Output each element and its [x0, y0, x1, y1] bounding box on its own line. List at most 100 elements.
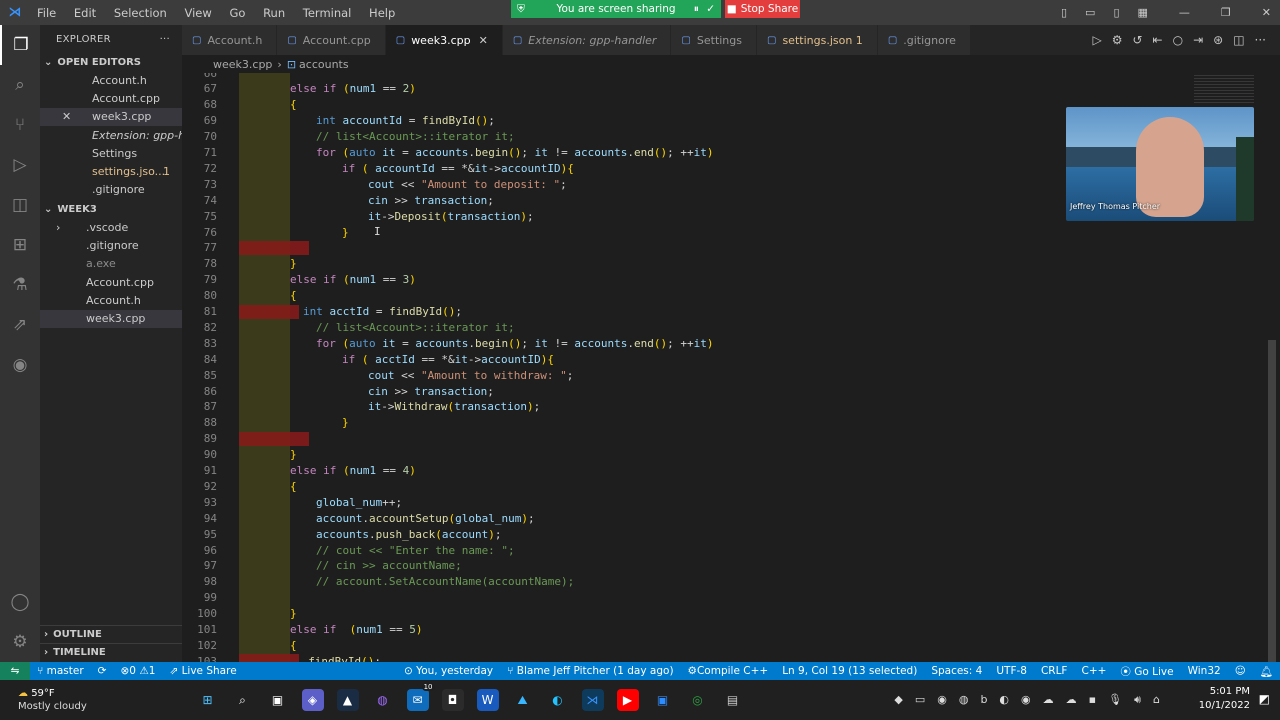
- code-line[interactable]: 73 cout << "Amount to deposit: ";: [182, 176, 1182, 192]
- open-editor-item[interactable]: .gitignore: [40, 181, 182, 199]
- source-control-icon[interactable]: ⑂: [0, 105, 40, 145]
- tray-app-icon[interactable]: ◐: [999, 693, 1009, 707]
- taskbar-app-icon[interactable]: ▤: [722, 689, 744, 711]
- tab-settings-json[interactable]: ▢ settings.json 1: [757, 25, 878, 55]
- tray-app-icon[interactable]: ▪: [1089, 693, 1096, 707]
- accounts-icon[interactable]: ◯: [0, 582, 40, 622]
- timeline-icon[interactable]: ↺: [1132, 33, 1142, 47]
- breadcrumb-file[interactable]: week3.cpp: [213, 58, 272, 71]
- code-line[interactable]: 99: [182, 590, 1182, 606]
- code-line[interactable]: 97 // cin >> accountName;: [182, 558, 1182, 574]
- go-live-button[interactable]: ⦿ Go Live: [1120, 664, 1173, 679]
- file-item[interactable]: a.exe: [40, 255, 182, 273]
- remote-explorer-icon[interactable]: ◫: [0, 185, 40, 225]
- search-icon[interactable]: ⌕: [232, 689, 254, 711]
- code-line[interactable]: 98 // account.SetAccountName(accountName)…: [182, 574, 1182, 590]
- open-editor-item[interactable]: Account.cpp: [40, 89, 182, 107]
- onedrive-icon[interactable]: ☁: [1043, 693, 1054, 707]
- youtube-icon[interactable]: ▶: [616, 689, 639, 711]
- tray-app-icon[interactable]: ◍: [959, 693, 969, 707]
- menu-go[interactable]: Go: [229, 6, 245, 20]
- zoom-icon[interactable]: ▣: [652, 689, 674, 711]
- compare-icon[interactable]: ⊛: [1213, 33, 1223, 47]
- indentation[interactable]: Spaces: 4: [931, 665, 982, 677]
- mail-icon[interactable]: ✉ 10: [406, 683, 435, 711]
- close-window-icon[interactable]: ✕: [1262, 6, 1271, 19]
- testing-icon[interactable]: ⚗: [0, 265, 40, 305]
- open-editor-item[interactable]: Extension: gpp-h...: [40, 126, 182, 144]
- photos-icon[interactable]: ⛰: [512, 689, 534, 711]
- run-icon[interactable]: ▷: [1092, 33, 1101, 47]
- notification-center-icon[interactable]: ◩: [1259, 692, 1270, 706]
- tray-app-icon[interactable]: ◆: [894, 693, 902, 707]
- code-line[interactable]: 100}: [182, 606, 1182, 622]
- code-line[interactable]: 70 // list<Account>::iterator it;: [182, 129, 1182, 145]
- microphone-icon[interactable]: 🎙︎: [1108, 693, 1122, 707]
- close-editor-icon[interactable]: ✕: [62, 110, 71, 123]
- code-line[interactable]: 81 int acctId = findById();: [182, 304, 1182, 320]
- menu-terminal[interactable]: Terminal: [303, 6, 352, 20]
- more-actions-icon[interactable]: ···: [1255, 33, 1266, 47]
- tray-cloud-icon[interactable]: ☁: [1066, 693, 1077, 707]
- live-share-button[interactable]: ⇗ Live Share: [169, 665, 236, 677]
- taskbar-app-icon[interactable]: ▲: [336, 689, 359, 711]
- run-debug-icon[interactable]: ▷: [0, 145, 40, 185]
- open-editors-section[interactable]: ⌄ OPEN EDITORS: [40, 53, 182, 71]
- code-line[interactable]: 84 if ( acctId == *&it->accountID){: [182, 351, 1182, 367]
- maximize-icon[interactable]: ❐: [1221, 6, 1231, 19]
- toggle-secondary-sidebar-icon[interactable]: ▯: [1113, 6, 1119, 19]
- file-item[interactable]: .gitignore: [40, 236, 182, 254]
- tab-gitignore[interactable]: ▢ .gitignore: [877, 25, 971, 55]
- file-item[interactable]: Account.h: [40, 291, 182, 309]
- check-icon[interactable]: ✓: [706, 3, 715, 15]
- tab-extension[interactable]: ▢ Extension: gpp-handler: [502, 25, 672, 55]
- code-line[interactable]: 102 {: [182, 638, 1182, 654]
- code-line[interactable]: 95 accounts.push_back(account);: [182, 526, 1182, 542]
- search-icon[interactable]: ⌕: [0, 65, 40, 105]
- toggle-panel-icon[interactable]: ▭: [1085, 6, 1095, 19]
- network-icon[interactable]: ⌂: [1153, 693, 1160, 707]
- code-line[interactable]: 69 int accountId = findById();: [182, 113, 1182, 129]
- breadcrumb-symbol[interactable]: accounts: [299, 58, 349, 71]
- edge-icon[interactable]: ◐: [547, 689, 569, 711]
- explorer-icon[interactable]: ❐: [0, 25, 40, 65]
- taskbar-app-icon[interactable]: ◎: [687, 689, 709, 711]
- code-line[interactable]: 89: [182, 431, 1182, 447]
- code-line[interactable]: 94 account.accountSetup(global_num);: [182, 510, 1182, 526]
- code-line[interactable]: 74 cin >> transaction;: [182, 192, 1182, 208]
- gear-icon[interactable]: ⚙: [1112, 33, 1123, 47]
- menu-edit[interactable]: Edit: [74, 6, 96, 20]
- language-mode[interactable]: C++: [1081, 665, 1106, 677]
- menu-view[interactable]: View: [185, 6, 212, 20]
- menu-file[interactable]: File: [37, 6, 56, 20]
- code-line[interactable]: 96 // cout << "Enter the name: ";: [182, 542, 1182, 558]
- menu-selection[interactable]: Selection: [114, 6, 167, 20]
- code-line[interactable]: 79 else if (num1 == 3): [182, 272, 1182, 288]
- code-line[interactable]: 86 cin >> transaction;: [182, 383, 1182, 399]
- messenger-icon[interactable]: ◍: [372, 689, 394, 711]
- feedback-icon[interactable]: ☺: [1235, 665, 1246, 677]
- code-line[interactable]: 66: [182, 73, 1182, 81]
- go-forward-icon[interactable]: ⇥: [1193, 33, 1203, 47]
- code-line[interactable]: 72 if ( accountId == *&it->accountID){: [182, 161, 1182, 177]
- compile-button[interactable]: ⚙Compile C++: [688, 665, 769, 677]
- tab-account-h[interactable]: ▢ Account.h: [182, 25, 278, 55]
- code-line[interactable]: 92 {: [182, 479, 1182, 495]
- stop-share-button[interactable]: ■ Stop Share: [725, 0, 800, 18]
- word-icon[interactable]: W: [476, 689, 499, 711]
- code-line[interactable]: 101 else if (num1 == 5): [182, 622, 1182, 638]
- code-line[interactable]: 91 else if (num1 == 4): [182, 463, 1182, 479]
- toggle-sidebar-icon[interactable]: ▯: [1061, 6, 1067, 19]
- remote-icon[interactable]: ⇋: [0, 662, 30, 680]
- open-editor-item[interactable]: Settings: [40, 144, 182, 162]
- minimize-icon[interactable]: —: [1179, 6, 1190, 19]
- blame-you-indicator[interactable]: ⊙ You, yesterday: [404, 665, 493, 677]
- tab-week3-cpp[interactable]: ▢ week3.cpp ✕: [385, 25, 503, 55]
- tray-zoom-icon[interactable]: ▭: [915, 693, 925, 707]
- branch-indicator[interactable]: ⑂ master: [37, 665, 84, 677]
- code-line[interactable]: 103 findById();: [182, 653, 1182, 662]
- task-view-icon[interactable]: ▣: [267, 689, 289, 711]
- tab-settings[interactable]: ▢ Settings: [671, 25, 757, 55]
- code-line[interactable]: 88}: [182, 415, 1182, 431]
- platform[interactable]: Win32: [1188, 665, 1221, 677]
